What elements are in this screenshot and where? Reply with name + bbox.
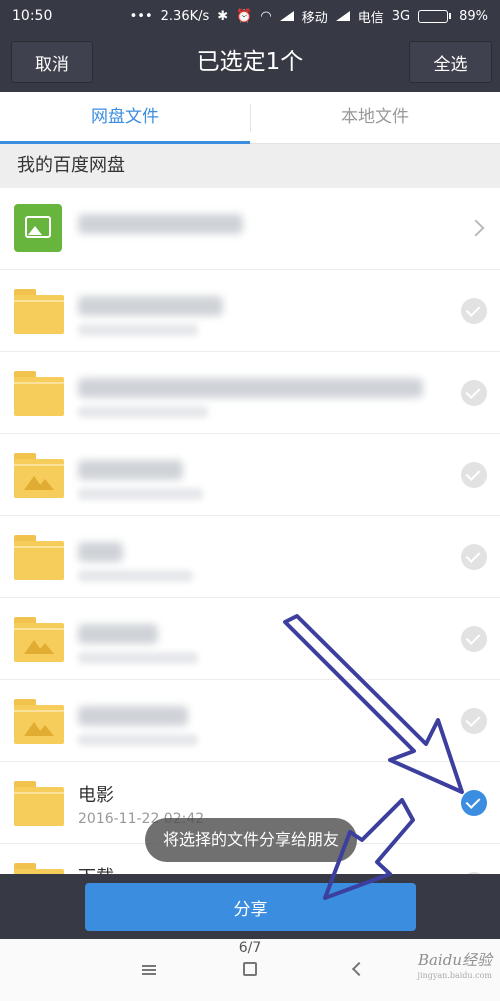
dots-icon: ••• bbox=[129, 8, 153, 24]
wifi-icon: ◠ bbox=[260, 8, 272, 24]
back-icon[interactable] bbox=[351, 961, 367, 977]
blurred-file-name bbox=[78, 378, 423, 398]
list-item[interactable] bbox=[0, 188, 500, 270]
blurred-file-date bbox=[78, 324, 198, 336]
list-item[interactable] bbox=[0, 680, 500, 762]
chevron-right-icon[interactable] bbox=[467, 219, 485, 237]
home-icon[interactable] bbox=[243, 962, 257, 976]
bottom-action-bar: 分享 bbox=[0, 874, 500, 939]
folder-icon bbox=[14, 286, 64, 336]
tab-cloud-files[interactable]: 网盘文件 bbox=[0, 92, 250, 144]
watermark-url: jingyan.baidu.com bbox=[417, 971, 492, 980]
status-time: 10:50 bbox=[12, 8, 53, 24]
folder-icon bbox=[14, 532, 64, 582]
file-name: 下载 bbox=[78, 863, 114, 874]
file-list: 电影2016-11-22 02:42下载 bbox=[0, 188, 500, 874]
blurred-file-date bbox=[78, 406, 208, 418]
blurred-file-name bbox=[78, 460, 183, 480]
blurred-file-date bbox=[78, 734, 198, 746]
list-item[interactable] bbox=[0, 516, 500, 598]
list-item[interactable] bbox=[0, 598, 500, 680]
cancel-button[interactable]: 取消 bbox=[11, 41, 93, 83]
signal-icon-2 bbox=[335, 11, 350, 21]
blurred-file-name bbox=[78, 706, 188, 726]
tab-divider bbox=[250, 104, 251, 132]
checkbox-unchecked[interactable] bbox=[461, 462, 487, 488]
blurred-file-date bbox=[78, 488, 203, 500]
folder-icon bbox=[14, 860, 64, 874]
checkbox-checked[interactable] bbox=[461, 790, 487, 816]
watermark-brand: Baidu经验 bbox=[417, 951, 492, 969]
alarm-icon: ⏰ bbox=[236, 8, 253, 24]
blurred-file-name bbox=[78, 624, 158, 644]
battery-icon bbox=[418, 9, 452, 23]
blurred-file-name bbox=[78, 214, 243, 234]
list-item[interactable] bbox=[0, 270, 500, 352]
folder-icon bbox=[14, 368, 64, 418]
list-item[interactable] bbox=[0, 352, 500, 434]
checkbox-unchecked[interactable] bbox=[461, 626, 487, 652]
system-nav-bar: 6/7 Baidu经验 jingyan.baidu.com bbox=[0, 939, 500, 1001]
signal-icon bbox=[279, 11, 294, 21]
carrier-2: 电信 bbox=[357, 10, 384, 26]
folder-icon bbox=[14, 778, 64, 828]
checkbox-unchecked[interactable] bbox=[461, 380, 487, 406]
photo-folder-icon bbox=[14, 614, 64, 664]
file-name: 电影 bbox=[78, 785, 114, 806]
title-bar: 已选定1个 取消 全选 bbox=[0, 32, 500, 92]
list-item[interactable] bbox=[0, 434, 500, 516]
status-bar: 10:50 ••• 2.36K/s ✱ ⏰ ◠ 移动 电信 3G 89% bbox=[0, 0, 500, 32]
select-all-button[interactable]: 全选 bbox=[409, 41, 492, 83]
tab-local-files[interactable]: 本地文件 bbox=[250, 92, 500, 143]
status-indicators: ••• 2.36K/s ✱ ⏰ ◠ 移动 电信 3G 89% bbox=[130, 7, 488, 26]
toast-message: 将选择的文件分享给朋友 bbox=[145, 818, 358, 862]
photo-folder-icon bbox=[14, 696, 64, 746]
blurred-file-date bbox=[78, 652, 198, 664]
menu-icon[interactable] bbox=[142, 965, 156, 975]
image-folder-icon bbox=[14, 204, 64, 254]
blurred-file-date bbox=[78, 570, 193, 582]
checkbox-unchecked[interactable] bbox=[461, 708, 487, 734]
battery-percent: 89% bbox=[459, 8, 488, 24]
tab-bar: 网盘文件 本地文件 bbox=[0, 92, 500, 144]
section-title: 我的百度网盘 bbox=[0, 144, 500, 188]
checkbox-unchecked[interactable] bbox=[461, 544, 487, 570]
photo-folder-icon bbox=[14, 450, 64, 500]
share-button[interactable]: 分享 bbox=[85, 883, 416, 931]
blurred-file-name bbox=[78, 542, 123, 562]
checkbox-unchecked[interactable] bbox=[461, 298, 487, 324]
bluetooth-icon: ✱ bbox=[217, 8, 229, 24]
network-type: 3G bbox=[391, 8, 411, 24]
blurred-file-name bbox=[78, 296, 223, 316]
watermark-logo: Baidu经验 jingyan.baidu.com bbox=[418, 953, 492, 983]
carrier-1: 移动 bbox=[301, 10, 328, 26]
network-speed: 2.36K/s bbox=[160, 8, 210, 24]
